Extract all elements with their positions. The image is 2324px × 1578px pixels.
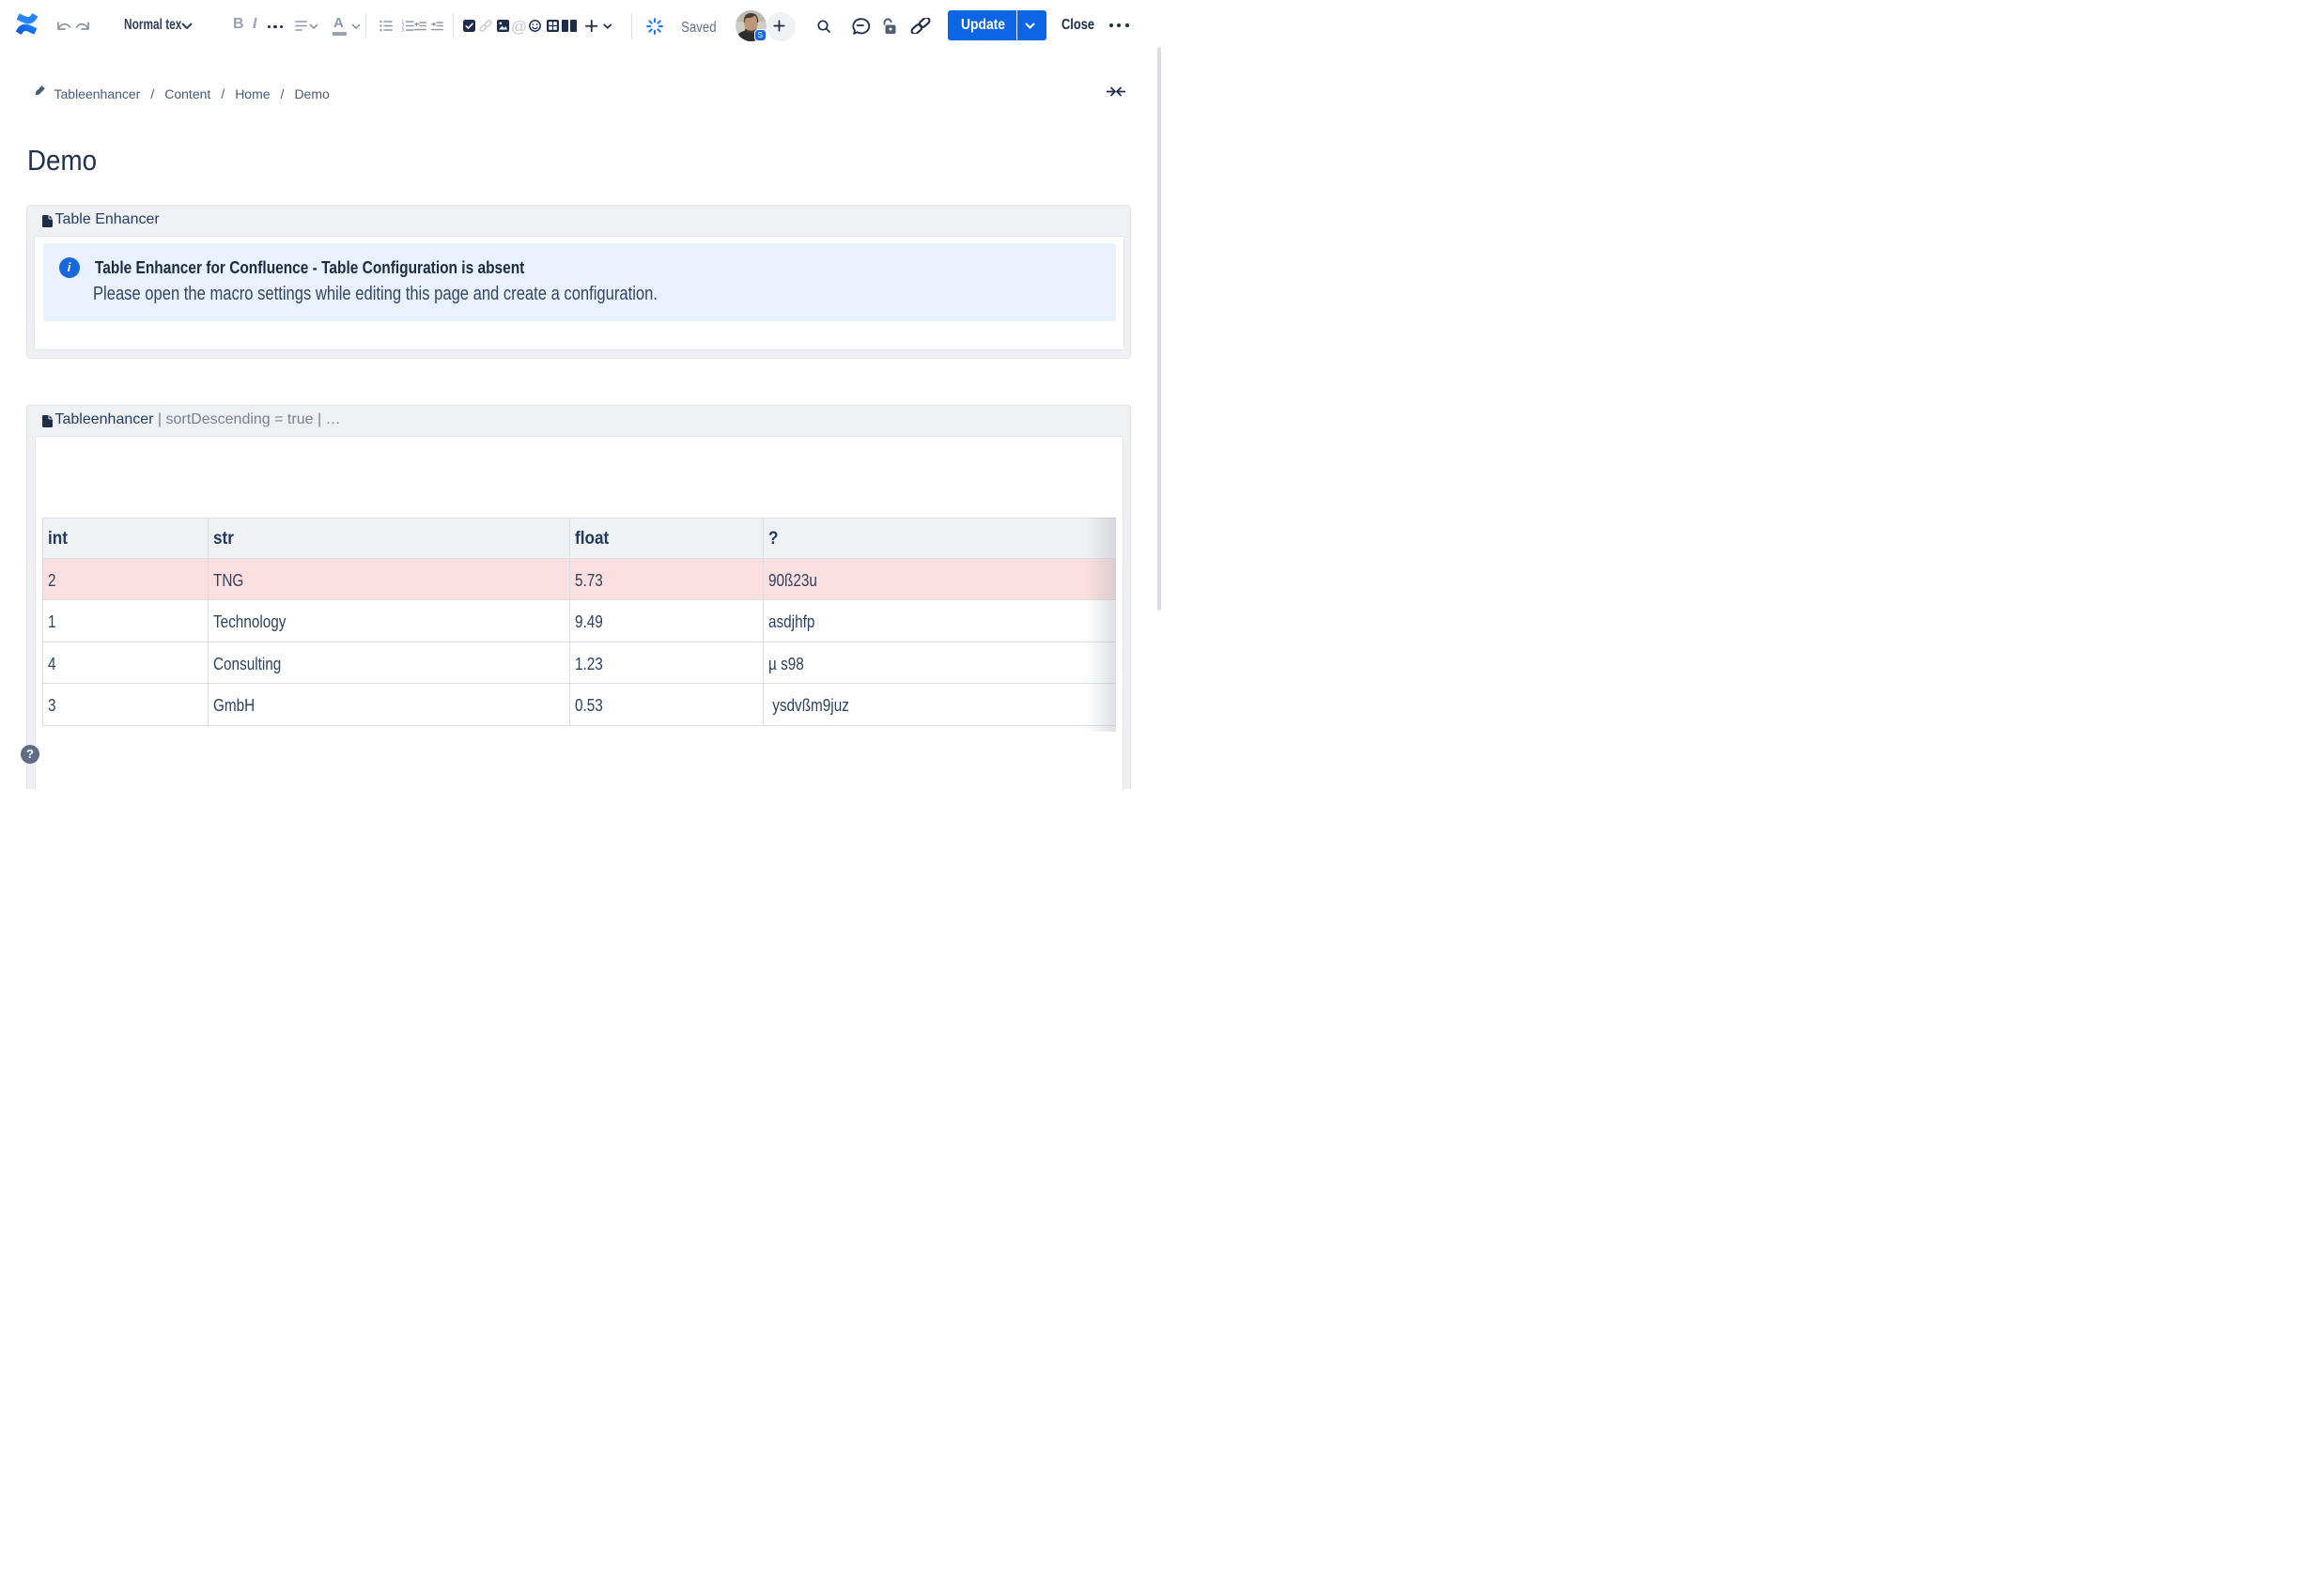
svg-text:3: 3 [401,28,404,32]
